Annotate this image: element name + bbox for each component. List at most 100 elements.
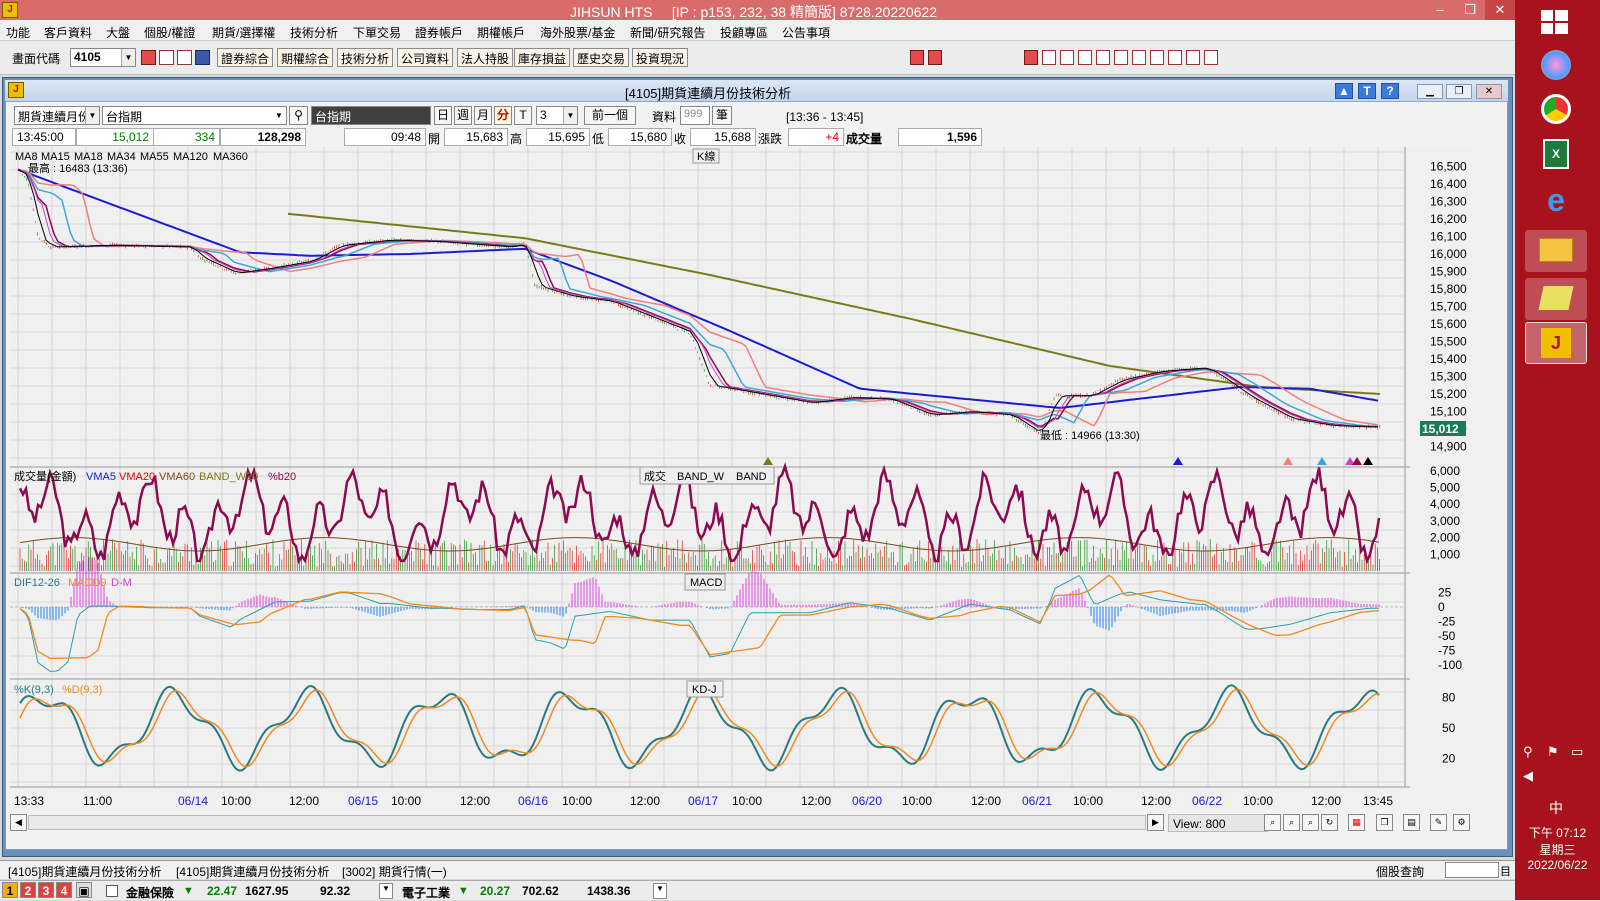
tab-4105-b[interactable]: [4105]期貨連續月份技術分析: [176, 863, 329, 880]
toolbar-button-futures[interactable]: 期權綜合: [277, 48, 334, 67]
chrome-app-icon[interactable]: [1525, 88, 1587, 130]
window-text-icon[interactable]: T: [1358, 83, 1376, 99]
tray-flag-icon[interactable]: ⚑: [1547, 744, 1559, 760]
technical-chart[interactable]: MA8 MA15 MA18 MA34 MA55 MA120 MA360 K線 最…: [10, 147, 1472, 810]
toolbar-button-inventory[interactable]: 庫存損益: [514, 48, 571, 67]
window-close-button[interactable]: ✕: [1476, 84, 1502, 99]
chevron-down-icon[interactable]: ▼: [272, 107, 286, 124]
zoom-icon[interactable]: ⌕: [1264, 814, 1281, 831]
toolbar-button-technical[interactable]: 技術分析: [337, 48, 394, 67]
menu-item-futures[interactable]: 期貨/選擇權: [212, 24, 275, 41]
chevron-down-icon[interactable]: ▼: [563, 107, 577, 124]
tool-icon[interactable]: [1078, 50, 1092, 65]
scroll-left-icon[interactable]: ◀: [10, 814, 27, 831]
print-icon[interactable]: [177, 50, 192, 65]
window-restore-button[interactable]: ❐: [1446, 84, 1472, 99]
menu-item-announcement[interactable]: 公告事項: [782, 24, 830, 41]
tool-icon[interactable]: [1060, 50, 1074, 65]
tool-icon[interactable]: [1150, 50, 1164, 65]
chevron-down-icon[interactable]: ▼: [653, 883, 667, 899]
page-button-2[interactable]: 2: [20, 882, 36, 898]
toolbar-button-investment[interactable]: 投資現況: [632, 48, 689, 67]
data-count-input[interactable]: 999: [680, 106, 710, 125]
tray-chat-icon[interactable]: ▭: [1571, 744, 1583, 760]
help-icon[interactable]: ?: [1381, 83, 1399, 99]
chevron-down-icon[interactable]: ▼: [85, 107, 99, 124]
menu-item-market[interactable]: 大盤: [106, 24, 130, 41]
scroll-right-icon[interactable]: ▶: [1147, 814, 1164, 831]
chevron-down-icon[interactable]: ▼: [379, 883, 393, 899]
toolbar-button-history[interactable]: 歷史交易: [573, 48, 630, 67]
jihsun-app-icon[interactable]: J: [1525, 322, 1587, 364]
interval-select[interactable]: 3 ▼: [536, 106, 578, 125]
tab-4105-a[interactable]: [4105]期貨連續月份技術分析: [8, 863, 161, 880]
window-up-icon[interactable]: ▲: [1335, 83, 1353, 99]
unit-button[interactable]: 筆: [712, 106, 732, 125]
close-button[interactable]: ✕: [1485, 0, 1515, 20]
windows-start-icon[interactable]: [1541, 10, 1569, 36]
stock-query-input[interactable]: [1445, 862, 1499, 878]
toolbar-button-institutional[interactable]: 法人持股: [457, 48, 514, 67]
menu-item-technical[interactable]: 技術分析: [290, 24, 338, 41]
chevron-down-icon[interactable]: ▼: [121, 49, 135, 66]
search-icon[interactable]: ⚲: [289, 106, 308, 125]
horizontal-scrollbar[interactable]: [28, 815, 1146, 830]
toolbar-button-company[interactable]: 公司資料: [397, 48, 454, 67]
sticky-notes-icon[interactable]: [1525, 278, 1587, 320]
menu-item-order[interactable]: 下單交易: [353, 24, 401, 41]
refresh-icon[interactable]: ↻: [1321, 814, 1338, 831]
tool-icon[interactable]: [1024, 50, 1038, 65]
ime-indicator[interactable]: 中: [1549, 798, 1563, 818]
clock-time[interactable]: 下午 07:12: [1515, 824, 1600, 841]
copy-icon[interactable]: ❐: [1376, 814, 1393, 831]
tool-icon[interactable]: [1042, 50, 1056, 65]
dropdown-icon[interactable]: [195, 50, 210, 65]
tray-network-icon[interactable]: ⚲: [1523, 744, 1533, 760]
gear-icon[interactable]: ⚙: [1453, 814, 1470, 831]
tool-icon[interactable]: [1132, 50, 1146, 65]
flag-icon[interactable]: [910, 50, 924, 65]
tool-icon[interactable]: [1186, 50, 1200, 65]
ie-app-icon[interactable]: e: [1525, 180, 1587, 222]
tray-volume-icon[interactable]: ◀: [1523, 768, 1533, 784]
contract-type-select[interactable]: 期貨連續月份 ▼: [14, 106, 100, 125]
file-explorer-icon[interactable]: [1525, 230, 1587, 272]
flag-icon[interactable]: [928, 50, 942, 65]
window-icon[interactable]: [159, 50, 174, 65]
instrument-select[interactable]: 台指期 ▼: [102, 106, 287, 125]
period-tick-button[interactable]: T: [514, 106, 532, 125]
tab-3002[interactable]: [3002] 期貨行情(一): [342, 863, 447, 880]
page-button-4[interactable]: 4: [56, 882, 72, 898]
menu-item-customer[interactable]: 客戶資料: [44, 24, 92, 41]
tool-icon[interactable]: [1114, 50, 1128, 65]
paint-app-icon[interactable]: [1525, 44, 1587, 86]
period-month-button[interactable]: 月: [474, 106, 492, 125]
page-button-3[interactable]: 3: [38, 882, 54, 898]
toolbar-button-securities[interactable]: 證券綜合: [217, 48, 274, 67]
stock-query-button[interactable]: 目: [1500, 863, 1511, 879]
minimize-button[interactable]: –: [1425, 0, 1455, 20]
excel-app-icon[interactable]: X: [1525, 133, 1587, 175]
menu-item-stock[interactable]: 個股/權證: [144, 24, 195, 41]
menu-item-advisor[interactable]: 投顧專區: [720, 24, 768, 41]
code-input[interactable]: 4105 ▼: [70, 48, 136, 67]
draw-icon[interactable]: ✎: [1430, 814, 1447, 831]
period-day-button[interactable]: 日: [434, 106, 452, 125]
lock-icon[interactable]: ▣: [76, 882, 92, 898]
window-minimize-button[interactable]: ▁: [1417, 84, 1443, 99]
menu-item-securities-account[interactable]: 證券帳戶: [415, 24, 463, 41]
menu-item-news[interactable]: 新聞/研究報告: [630, 24, 705, 41]
restore-button[interactable]: ❐: [1455, 0, 1485, 20]
indicator-icon[interactable]: ▦: [1348, 814, 1365, 831]
window-icon[interactable]: ▤: [1403, 814, 1420, 831]
sector-checkbox[interactable]: [106, 885, 118, 897]
menu-item-function[interactable]: 功能: [6, 24, 30, 41]
period-week-button[interactable]: 週: [454, 106, 472, 125]
menu-item-overseas[interactable]: 海外股票/基金: [540, 24, 615, 41]
prev-button[interactable]: 前一個: [584, 106, 636, 125]
tool-icon[interactable]: [1204, 50, 1218, 65]
page-button-1[interactable]: 1: [2, 882, 18, 898]
period-minute-button[interactable]: 分: [494, 106, 512, 125]
search-icon[interactable]: [141, 50, 156, 65]
zoom-icon[interactable]: ⌕: [1283, 814, 1300, 831]
